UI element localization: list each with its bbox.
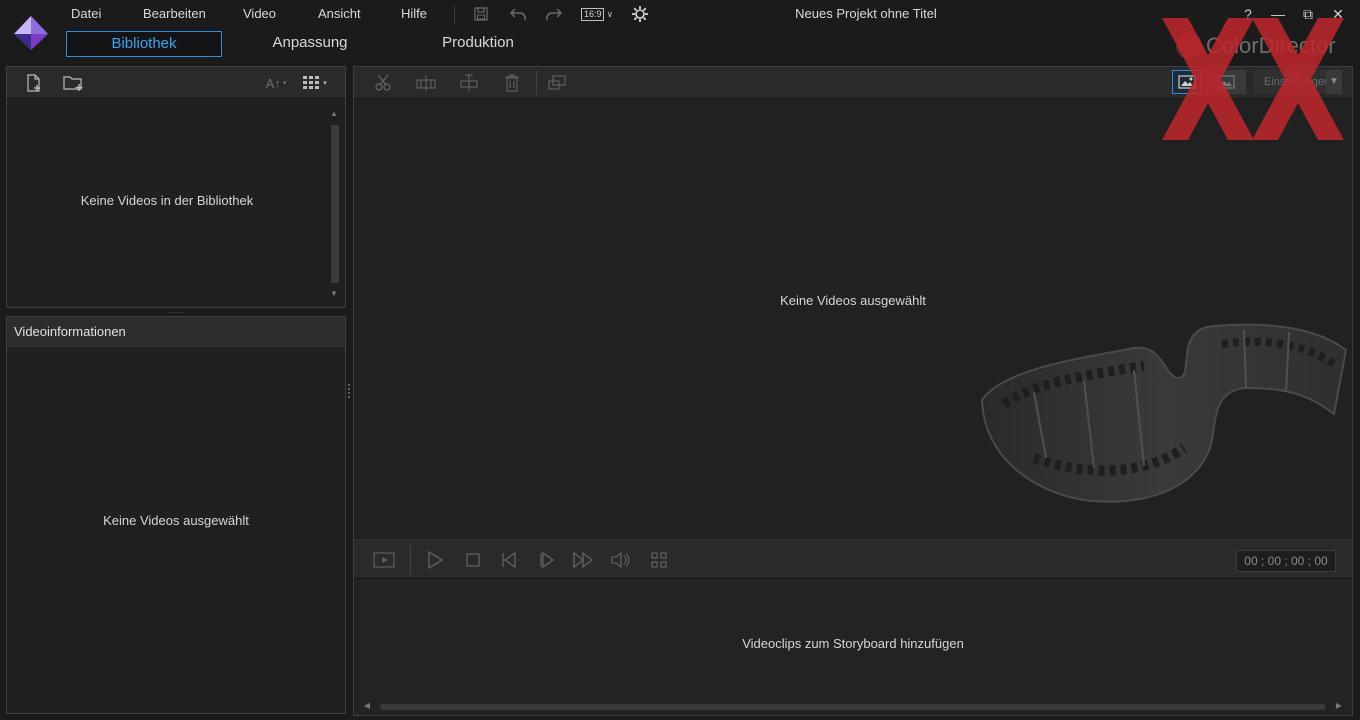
tab-edit[interactable]: Anpassung <box>250 31 370 57</box>
storyboard-scrollbar[interactable]: ◀ ▶ <box>362 700 1344 712</box>
toolbar-divider <box>536 71 537 95</box>
sort-label: A↑ <box>265 75 281 91</box>
menu-video[interactable]: Video <box>243 6 276 22</box>
library-panel: A↑ ▾ ▾ Keine Videos in der Bibliothek ▲ ▼ <box>6 66 346 308</box>
video-info-empty-message: Keine Videos ausgewählt <box>103 513 249 528</box>
caret-down-icon: ▾ <box>282 80 287 87</box>
menu-bearbeiten[interactable]: Bearbeiten <box>143 6 206 22</box>
grid-view-icon[interactable]: ▾ <box>299 72 331 94</box>
timecode-display: 00 ; 00 ; 00 ; 00 <box>1236 550 1336 572</box>
split-icon[interactable] <box>413 72 439 94</box>
panel-splitter-horizontal[interactable]: ..... <box>166 307 186 315</box>
preview-empty-message: Keine Videos ausgewählt <box>780 293 926 308</box>
controls-divider <box>410 546 411 574</box>
chevron-down-icon: ∨ <box>606 8 614 19</box>
video-preview-area: Keine Videos ausgewählt <box>354 100 1354 565</box>
scroll-right-icon[interactable]: ▶ <box>1334 700 1344 712</box>
menu-ansicht[interactable]: Ansicht <box>318 6 361 22</box>
app-logo <box>12 14 50 52</box>
menu-hilfe[interactable]: Hilfe <box>401 6 427 22</box>
save-icon[interactable] <box>470 4 492 24</box>
sort-button[interactable]: A↑ ▾ <box>261 72 291 94</box>
gear-icon[interactable] <box>629 4 651 24</box>
playback-controls: 00 ; 00 ; 00 ; 00 <box>354 539 1352 579</box>
library-scrollbar[interactable]: ▲ ▼ <box>329 109 339 301</box>
undo-icon[interactable] <box>507 4 529 24</box>
scroll-left-icon[interactable]: ◀ <box>362 700 372 712</box>
aspect-ratio-button[interactable]: 16:9 ∨ <box>580 4 614 24</box>
preview-mode-icon[interactable] <box>371 549 397 571</box>
scroll-down-icon[interactable]: ▼ <box>329 289 339 298</box>
import-folder-icon[interactable] <box>61 72 87 94</box>
panel-splitter-vertical[interactable] <box>347 382 351 402</box>
crop-icon[interactable] <box>544 72 570 94</box>
storyboard-empty-message: Videoclips zum Storyboard hinzufügen <box>742 636 964 651</box>
main-panel: Einstellungen ▼ Keine Videos ausgewählt <box>353 66 1353 716</box>
tab-library[interactable]: Bibliothek <box>66 31 222 57</box>
scroll-up-icon[interactable]: ▲ <box>329 109 339 118</box>
play-icon[interactable] <box>422 549 448 571</box>
window-title: Neues Projekt ohne Titel <box>795 6 937 21</box>
tab-produce[interactable]: Produktion <box>418 31 538 57</box>
trim-icon[interactable] <box>456 72 482 94</box>
caret-down-icon: ▾ <box>323 80 327 87</box>
stop-icon[interactable] <box>460 549 486 571</box>
fullscreen-grid-icon[interactable] <box>646 549 672 571</box>
volume-icon[interactable] <box>607 549 633 571</box>
library-empty-message: Keine Videos in der Bibliothek <box>80 193 254 208</box>
previous-frame-icon[interactable] <box>496 549 522 571</box>
scroll-thumb[interactable] <box>380 704 1326 710</box>
menu-divider <box>454 6 455 24</box>
menu-datei[interactable]: Datei <box>71 6 101 22</box>
redo-icon[interactable] <box>543 4 565 24</box>
video-info-header: Videoinformationen <box>7 317 345 347</box>
cut-icon[interactable] <box>370 72 396 94</box>
storyboard-area[interactable]: Videoclips zum Storyboard hinzufügen ◀ ▶ <box>354 580 1352 715</box>
fast-forward-icon[interactable] <box>570 549 596 571</box>
watermark-logo <box>1162 18 1344 140</box>
film-strip-illustration <box>974 308 1354 508</box>
trash-icon[interactable] <box>499 72 525 94</box>
next-frame-icon[interactable] <box>534 549 560 571</box>
aspect-ratio-label: 16:9 <box>580 7 605 21</box>
video-info-panel: Videoinformationen Keine Videos ausgewäh… <box>6 316 346 714</box>
import-file-icon[interactable] <box>23 72 45 94</box>
library-toolbar: A↑ ▾ ▾ <box>7 67 345 99</box>
scroll-thumb[interactable] <box>331 125 339 283</box>
